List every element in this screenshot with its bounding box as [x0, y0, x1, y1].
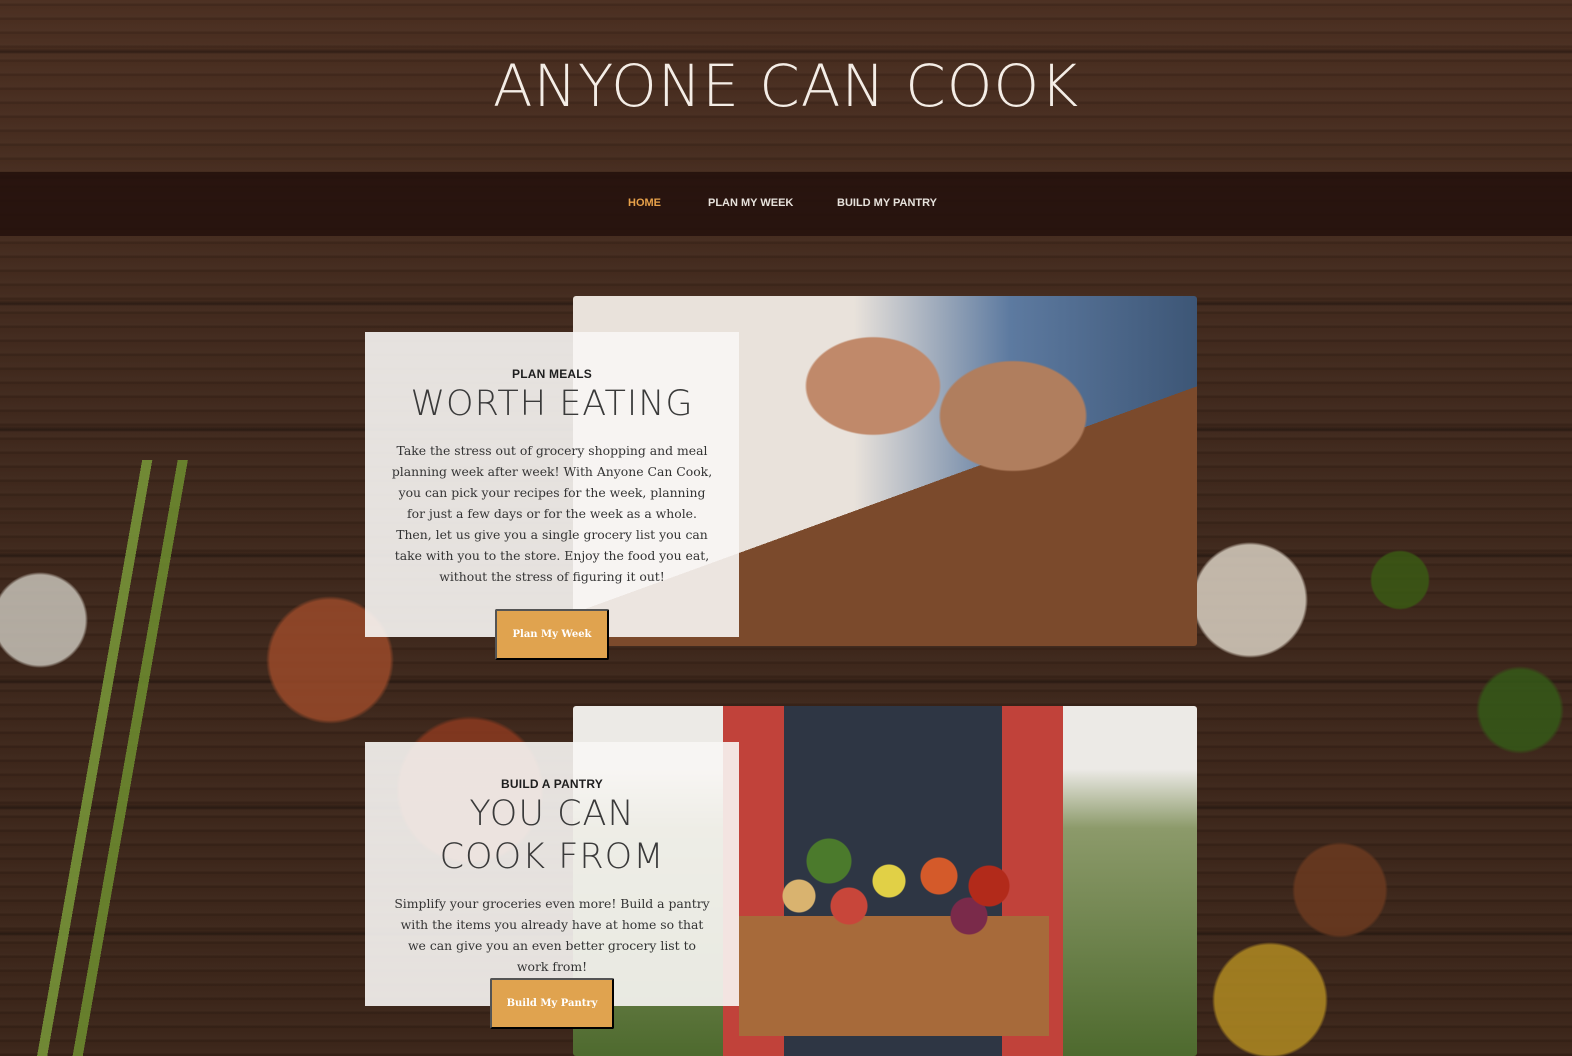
main-nav: HOME PLAN MY WEEK BUILD MY PANTRY — [0, 172, 1572, 236]
plan-meals-headline: WORTH EATING — [410, 384, 694, 424]
build-pantry-headline: YOU CAN COOK FROM — [439, 794, 665, 877]
build-pantry-description: Simplify your groceries even more! Build… — [394, 896, 710, 974]
vegetable-crate — [739, 836, 1049, 1036]
plan-meals-description: Take the stress out of grocery shopping … — [391, 443, 713, 584]
build-pantry-card: BUILD A PANTRY YOU CAN COOK FROM Simplif… — [365, 742, 739, 1006]
nav-home[interactable]: HOME — [628, 197, 661, 209]
plan-meals-eyebrow: PLAN MEALS — [512, 367, 592, 381]
plan-my-week-button[interactable]: Plan My Week — [495, 609, 609, 660]
nav-build-my-pantry[interactable]: BUILD MY PANTRY — [837, 197, 937, 209]
build-pantry-eyebrow: BUILD A PANTRY — [501, 777, 603, 791]
build-my-pantry-button[interactable]: Build My Pantry — [490, 978, 614, 1029]
nav-plan-my-week[interactable]: PLAN MY WEEK — [708, 197, 793, 209]
site-title: ANYONE CAN COOK — [492, 52, 1080, 120]
plan-meals-card: PLAN MEALS WORTH EATING Take the stress … — [365, 332, 739, 637]
